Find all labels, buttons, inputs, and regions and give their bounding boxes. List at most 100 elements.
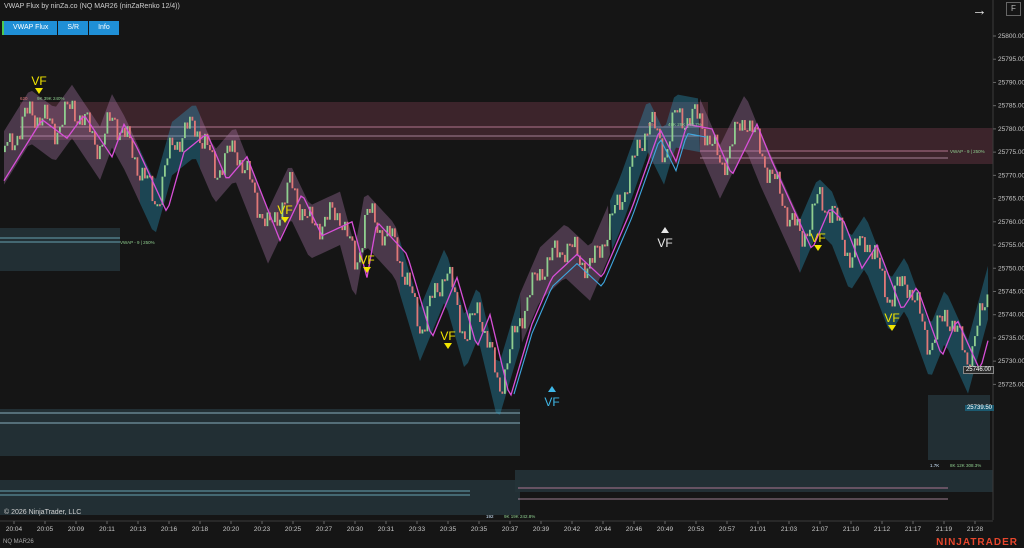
renko-bar: [54, 123, 56, 145]
vf-signal-label: VF: [31, 74, 46, 88]
price-label: 25750.00: [998, 265, 1024, 272]
time-label: 21:07: [812, 526, 829, 533]
renko-bar: [619, 194, 621, 210]
renko-bar: [231, 140, 234, 152]
price-label: 25740.00: [998, 312, 1024, 319]
vwap-flux-button[interactable]: VWAP Flux: [2, 21, 58, 35]
renko-bar: [4, 145, 6, 153]
renko-bar: [164, 165, 166, 177]
renko-bar: [14, 145, 16, 151]
renko-bar: [11, 133, 14, 151]
renko-bar: [626, 192, 629, 195]
renko-bar: [771, 169, 774, 174]
time-label: 21:28: [967, 526, 984, 533]
f-key-button[interactable]: F: [1006, 2, 1021, 16]
renko-bar: [374, 203, 376, 223]
renko-bar: [154, 201, 156, 205]
renko-bar: [244, 170, 246, 174]
time-axis: 20:04 20:05 20:09 20:11 20:13 20:16 20:18 20:20…: [0, 520, 993, 533]
renko-bar: [646, 133, 649, 136]
renko-bar: [441, 279, 444, 297]
renko-bar: [651, 111, 654, 123]
renko-bar: [711, 143, 714, 146]
right-arrow-icon[interactable]: →: [972, 2, 987, 19]
renko-bar: [749, 120, 751, 131]
renko-bar: [439, 292, 441, 297]
renko-bar: [34, 115, 36, 128]
renko-bar: [601, 244, 604, 258]
time-label: 20:33: [409, 526, 426, 533]
renko-bar: [101, 144, 104, 147]
renko-bar: [521, 318, 524, 329]
renko-bar: [864, 237, 866, 253]
renko-bar: [581, 262, 584, 266]
renko-bar: [921, 313, 924, 322]
price-chart[interactable]: VF VF VF VF VF VF VF VF 620 9K 39K 240% 584 49K 29…: [0, 0, 1024, 548]
renko-bar: [139, 175, 141, 181]
renko-bar: [816, 194, 819, 204]
renko-bar: [376, 222, 379, 233]
renko-bar: [321, 226, 324, 240]
renko-bar: [604, 244, 606, 247]
renko-bar: [734, 121, 736, 145]
renko-bar: [489, 342, 491, 348]
renko-bar: [886, 297, 889, 303]
sr-button[interactable]: S/R: [58, 21, 89, 35]
sr-zones: [0, 102, 993, 515]
renko-bar: [251, 179, 254, 183]
zone-annotation: 620: [20, 96, 28, 101]
renko-bar: [724, 162, 726, 176]
renko-bar: [479, 302, 481, 322]
renko-bar: [896, 276, 899, 286]
time-label: 20:30: [347, 526, 364, 533]
renko-bar: [536, 273, 539, 281]
renko-bar: [74, 100, 76, 122]
renko-bar: [956, 325, 959, 332]
renko-bar: [51, 118, 54, 124]
renko-bar: [624, 192, 626, 203]
zone-annotation: 1.7K: [930, 463, 939, 468]
renko-bar: [829, 212, 831, 223]
price-label: 25795.00: [998, 56, 1024, 63]
time-label: 21:12: [874, 526, 891, 533]
renko-bar: [494, 347, 496, 373]
time-label: 21:03: [781, 526, 798, 533]
renko-bar: [979, 303, 981, 326]
vf-signal-arrow: [444, 343, 452, 349]
renko-bar: [559, 252, 561, 258]
time-label: 20:04: [6, 526, 23, 533]
renko-bar: [409, 272, 411, 287]
time-label: 20:27: [316, 526, 333, 533]
renko-bar: [539, 269, 541, 281]
info-button[interactable]: Info: [89, 21, 119, 35]
renko-bar: [616, 194, 619, 206]
renko-bar: [824, 210, 826, 213]
renko-bar: [676, 110, 679, 113]
renko-bar: [361, 248, 364, 253]
renko-bar: [379, 230, 381, 233]
vf-signal-label: VF: [657, 236, 672, 250]
renko-bar: [721, 162, 724, 165]
time-label: 20:53: [688, 526, 705, 533]
renko-bar: [984, 307, 986, 311]
renko-bar: [549, 257, 551, 261]
renko-bar: [564, 254, 566, 263]
renko-bar: [599, 246, 601, 258]
price-axis: 25800.00 25795.00 25790.00 25785.00 25780.00…: [992, 0, 1024, 520]
renko-bar: [746, 130, 749, 133]
vwap-price-tag: 25739.50: [964, 405, 994, 411]
renko-bar: [404, 276, 406, 285]
renko-bar: [966, 352, 969, 365]
renko-bar: [104, 133, 106, 145]
renko-bar: [331, 202, 334, 208]
renko-bar: [29, 101, 31, 114]
renko-bar: [774, 173, 776, 180]
renko-bar: [629, 166, 631, 194]
vf-signal-label: VF: [440, 329, 455, 343]
renko-bar: [849, 252, 851, 268]
vf-signal-label: VF: [277, 203, 292, 217]
renko-bar: [931, 342, 934, 351]
renko-bar: [794, 213, 796, 226]
time-label: 20:44: [595, 526, 612, 533]
renko-bar: [769, 169, 771, 183]
